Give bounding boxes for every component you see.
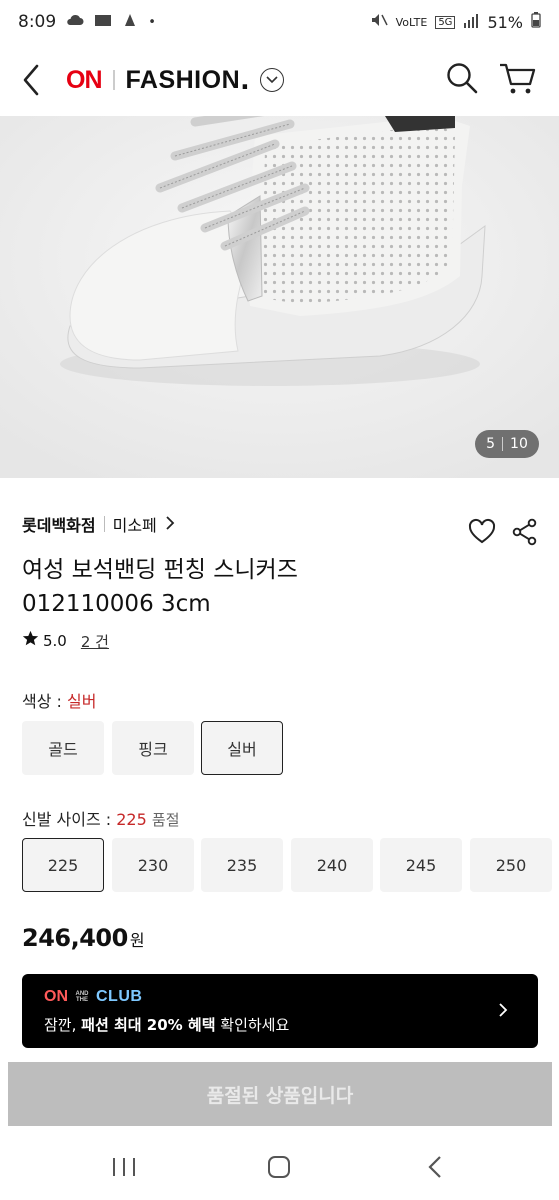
brand-fashion-text: FASHION xyxy=(125,65,241,94)
seller-brand-link[interactable]: 롯데백화점 미소페 xyxy=(22,512,175,536)
product-title-line2: 012110006 3cm xyxy=(22,591,211,617)
brand-logo[interactable]: ON FASHION . xyxy=(66,62,284,98)
size-option-230[interactable]: 230 xyxy=(112,838,194,892)
search-icon xyxy=(447,63,478,94)
recent-apps-icon xyxy=(113,1158,135,1176)
network-type-icon: 5G xyxy=(435,15,456,29)
club-logo-club: CLUB xyxy=(96,988,143,1005)
club-message: 잠깐, 패션 최대 20% 혜택 확인하세요 xyxy=(44,1014,289,1035)
size-stock-status: 품절 xyxy=(151,811,180,829)
back-arrow-icon xyxy=(428,1156,441,1178)
system-back-button[interactable] xyxy=(416,1152,456,1182)
chevron-right-icon xyxy=(165,515,175,534)
product-image-gallery[interactable]: 5 10 xyxy=(0,116,559,478)
seller-divider xyxy=(103,516,105,532)
club-message-pre: 잠깐, xyxy=(44,1016,82,1034)
search-button[interactable] xyxy=(444,60,480,96)
signal-icon xyxy=(463,13,479,32)
battery-level: 51% xyxy=(487,12,523,32)
review-count-link[interactable]: 2 건 xyxy=(81,631,109,652)
store-name: 롯데백화점 xyxy=(22,516,96,535)
image-counter: 5 10 xyxy=(475,430,539,458)
image-counter-current: 5 xyxy=(486,436,496,452)
image-counter-total: 10 xyxy=(510,436,528,452)
sold-out-button[interactable]: 품절된 상품입니다 xyxy=(8,1062,552,1126)
chevron-down-icon xyxy=(266,76,278,84)
club-logo-on: ON xyxy=(44,988,68,1005)
brand-menu-toggle[interactable] xyxy=(259,68,284,92)
brand-divider xyxy=(112,70,115,90)
share-icon xyxy=(512,518,537,546)
app-header: ON FASHION . xyxy=(0,44,559,116)
color-selected-value: 실버 xyxy=(67,692,97,711)
status-bar: 8:09 • VoLTE 5G 51% xyxy=(0,0,559,44)
product-title: 여성 보석밴딩 펀칭 스니커즈 012110006 3cm xyxy=(22,553,422,621)
price-amount: 246,400 xyxy=(22,924,128,952)
battery-icon xyxy=(531,12,541,32)
color-option-pink[interactable]: 핑크 xyxy=(112,721,194,775)
image-counter-divider xyxy=(502,437,504,451)
rating-summary: 5.0 2 건 xyxy=(22,630,109,652)
clock: 8:09 xyxy=(18,12,57,32)
club-logo: ON AND THE CLUB xyxy=(44,988,142,1006)
recent-apps-button[interactable] xyxy=(104,1152,144,1182)
cloud-icon xyxy=(66,14,84,30)
heart-icon xyxy=(468,518,496,544)
star-icon xyxy=(22,630,39,652)
size-label-text: 신발 사이즈 : xyxy=(22,810,117,829)
brand-dot: . xyxy=(240,65,250,95)
size-option-235[interactable]: 235 xyxy=(201,838,283,892)
wishlist-button[interactable] xyxy=(468,518,496,546)
share-button[interactable] xyxy=(512,518,538,546)
club-logo-and-the: AND THE xyxy=(75,991,89,1003)
more-notifications-dot-icon: • xyxy=(148,14,156,30)
size-option-225[interactable]: 225 xyxy=(22,838,104,892)
size-option-label: 신발 사이즈 : 225 품절 xyxy=(22,806,180,830)
cart-button[interactable] xyxy=(498,60,536,96)
color-option-silver[interactable]: 실버 xyxy=(201,721,283,775)
product-price: 246,400 원 xyxy=(22,924,145,952)
size-selected-value: 225 xyxy=(116,810,147,829)
color-option-label: 색상 : 실버 xyxy=(22,688,96,712)
club-benefit-banner[interactable]: ON AND THE CLUB 잠깐, 패션 최대 20% 혜택 확인하세요 xyxy=(22,974,538,1048)
club-message-bold: 패션 최대 20% 혜택 xyxy=(81,1016,216,1034)
size-option-250[interactable]: 250 xyxy=(470,838,552,892)
product-title-line1: 여성 보석밴딩 펀칭 스니커즈 xyxy=(22,557,298,583)
chevron-right-icon xyxy=(498,1001,508,1023)
cart-icon xyxy=(500,63,536,94)
club-message-post: 확인하세요 xyxy=(215,1016,290,1034)
home-icon xyxy=(268,1156,290,1178)
size-option-245[interactable]: 245 xyxy=(380,838,462,892)
size-option-240[interactable]: 240 xyxy=(291,838,373,892)
product-photo xyxy=(0,116,559,478)
mute-icon xyxy=(370,12,388,32)
notification-icon xyxy=(94,13,112,31)
price-unit: 원 xyxy=(129,931,145,950)
volte-icon: VoLTE xyxy=(395,15,428,29)
brand-name: 미소페 xyxy=(112,516,157,535)
system-navigation-bar xyxy=(0,1130,559,1200)
chevron-left-icon xyxy=(23,64,39,96)
color-option-gold[interactable]: 골드 xyxy=(22,721,104,775)
color-label-text: 색상 : xyxy=(22,692,68,711)
brand-on-text: ON xyxy=(66,65,102,94)
rating-value: 5.0 xyxy=(43,632,67,650)
back-button[interactable] xyxy=(18,58,46,102)
app-notification-icon xyxy=(122,12,138,32)
home-button[interactable] xyxy=(259,1152,299,1182)
